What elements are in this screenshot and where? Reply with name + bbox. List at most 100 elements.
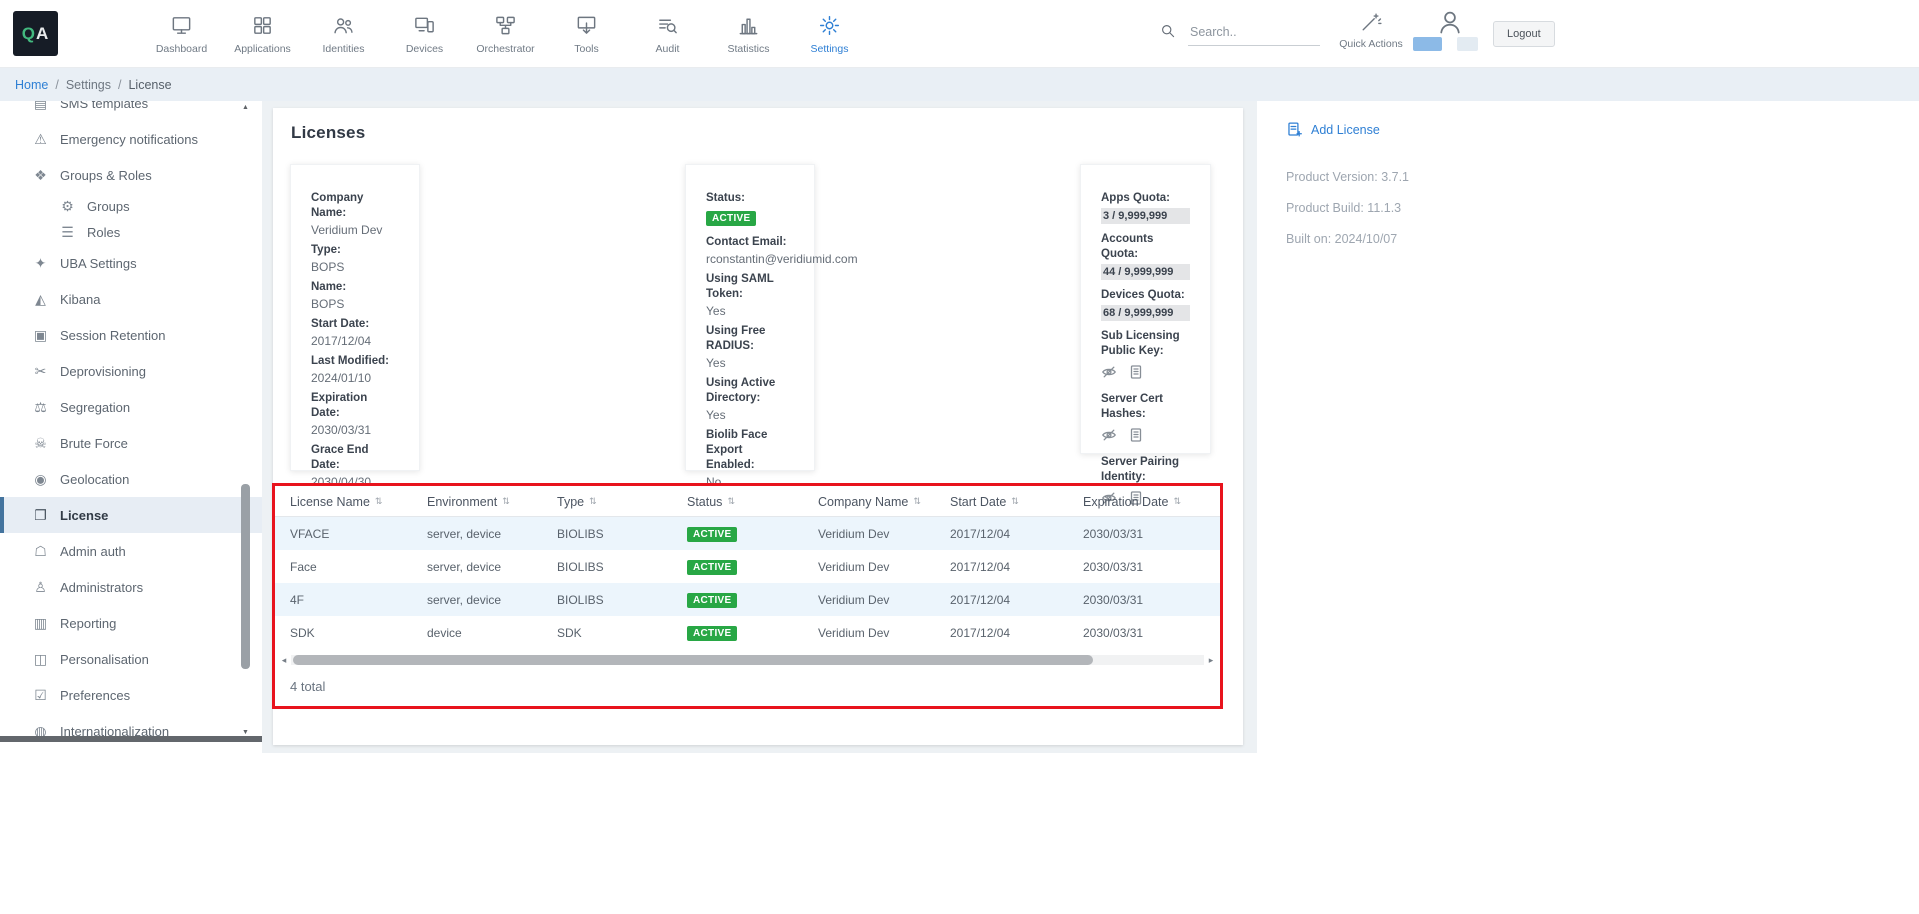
sidebar-item-roles[interactable]: ☰Roles — [0, 219, 262, 245]
add-license-button[interactable]: Add License — [1286, 121, 1380, 138]
column-header-status[interactable]: Status⇅ — [687, 495, 818, 509]
sort-icon: ⇅ — [913, 496, 921, 507]
nav-statistics[interactable]: Statistics — [708, 0, 789, 68]
eye-off-icon[interactable] — [1101, 364, 1117, 380]
devices-quota-bar: 68 / 9,999,999 — [1101, 305, 1190, 321]
sort-icon: ⇅ — [727, 496, 735, 507]
deprovisioning-icon: ✂ — [32, 363, 49, 380]
scrollbar-thumb[interactable] — [293, 655, 1093, 665]
breadcrumb-separator: / — [118, 78, 121, 92]
licenses-panel: Licenses Company Name:Veridium Dev Type:… — [273, 108, 1243, 745]
geolocation-globe-icon: ◉ — [32, 471, 49, 488]
table-row-4f[interactable]: 4F server, device BIOLIBS ACTIVE Veridiu… — [275, 583, 1220, 616]
devices-icon — [413, 14, 436, 37]
user-avatar-icon[interactable] — [1436, 8, 1464, 36]
quick-actions-button[interactable]: Quick Actions — [1336, 11, 1406, 50]
column-header-expiration-date[interactable]: Expiration Date⇅ — [1083, 495, 1202, 509]
sidebar-item-groups[interactable]: ⚙Groups — [0, 193, 262, 219]
sidebar-item-uba-settings[interactable]: ✦UBA Settings — [0, 245, 262, 281]
sidebar-item-geolocation[interactable]: ◉Geolocation — [0, 461, 262, 497]
sidebar-item-deprovisioning[interactable]: ✂Deprovisioning — [0, 353, 262, 389]
breadcrumb-home[interactable]: Home — [15, 78, 48, 92]
sidebar-vertical-scrollbar[interactable]: ▲ ▼ — [240, 104, 251, 736]
scrollbar-thumb[interactable] — [241, 484, 250, 669]
nav-dashboard[interactable]: Dashboard — [141, 0, 222, 68]
sidebar-list: ▤SMS templates ⚠Emergency notifications … — [0, 101, 262, 742]
eye-off-icon[interactable] — [1101, 427, 1117, 443]
table-header-row: License Name⇅ Environment⇅ Type⇅ Status⇅… — [275, 487, 1220, 517]
sidebar-item-groups-roles[interactable]: ❖Groups & Roles — [0, 157, 262, 193]
license-quota-card: Apps Quota:3 / 9,999,999 Accounts Quota:… — [1080, 164, 1211, 454]
sidebar-item-segregation[interactable]: ⚖Segregation — [0, 389, 262, 425]
status-badge: ACTIVE — [687, 560, 737, 575]
sidebar-item-personalisation[interactable]: ◫Personalisation — [0, 641, 262, 677]
sidebar-item-reporting[interactable]: ▥Reporting — [0, 605, 262, 641]
right-panel: Add License Product Version: 3.7.1 Produ… — [1257, 101, 1919, 914]
column-header-license-name[interactable]: License Name⇅ — [290, 495, 427, 509]
center-column: Licenses Company Name:Veridium Dev Type:… — [262, 101, 1257, 914]
content-area: ▤SMS templates ⚠Emergency notifications … — [0, 101, 1919, 914]
applications-grid-icon — [251, 14, 274, 37]
scroll-right-arrow-icon[interactable]: ▸ — [1206, 655, 1216, 666]
skull-icon: ☠ — [32, 435, 49, 452]
page-title: Licenses — [273, 108, 1243, 143]
breadcrumb-separator: / — [55, 78, 58, 92]
license-status-card: Status: ACTIVE Contact Email:rconstantin… — [685, 164, 815, 471]
nav-applications[interactable]: Applications — [222, 0, 303, 68]
sidebar-item-administrators[interactable]: ♙Administrators — [0, 569, 262, 605]
copy-icon[interactable] — [1128, 364, 1144, 380]
column-header-type[interactable]: Type⇅ — [557, 495, 687, 509]
search-input[interactable] — [1188, 22, 1320, 46]
search-icon[interactable] — [1160, 23, 1177, 40]
column-header-company-name[interactable]: Company Name⇅ — [818, 495, 950, 509]
personalisation-icon: ◫ — [32, 651, 49, 668]
column-header-start-date[interactable]: Start Date⇅ — [950, 495, 1083, 509]
sort-icon: ⇅ — [375, 496, 383, 507]
sidebar-item-sms-templates[interactable]: ▤SMS templates — [0, 101, 262, 121]
sidebar-item-session-retention[interactable]: ▣Session Retention — [0, 317, 262, 353]
sidebar-horizontal-scrollbar[interactable] — [0, 736, 262, 742]
scroll-down-arrow-icon[interactable]: ▼ — [240, 729, 251, 736]
groups-icon: ⚙ — [59, 198, 76, 215]
scroll-up-arrow-icon[interactable]: ▲ — [240, 104, 251, 111]
status-badge: ACTIVE — [687, 626, 737, 641]
nav-tools[interactable]: Tools — [546, 0, 627, 68]
preferences-icon: ☑ — [32, 687, 49, 704]
sidebar-item-emergency-notifications[interactable]: ⚠Emergency notifications — [0, 121, 262, 157]
sidebar-item-admin-auth[interactable]: ☖Admin auth — [0, 533, 262, 569]
audit-list-search-icon — [656, 14, 679, 37]
sidebar-item-license[interactable]: ❐License — [0, 497, 262, 533]
status-badge: ACTIVE — [687, 593, 737, 608]
column-header-environment[interactable]: Environment⇅ — [427, 495, 557, 509]
table-horizontal-scrollbar[interactable]: ◂ ▸ — [279, 654, 1216, 666]
identities-people-icon — [332, 14, 355, 37]
scrollbar-track[interactable] — [291, 655, 1204, 665]
nav-orchestrator[interactable]: Orchestrator — [465, 0, 546, 68]
roles-icon: ☰ — [59, 224, 76, 241]
copy-icon[interactable] — [1128, 427, 1144, 443]
session-retention-icon: ▣ — [32, 327, 49, 344]
sidebar-item-preferences[interactable]: ☑Preferences — [0, 677, 262, 713]
sidebar-viewport: ▤SMS templates ⚠Emergency notifications … — [0, 101, 262, 742]
sidebar-item-brute-force[interactable]: ☠Brute Force — [0, 425, 262, 461]
breadcrumb-settings[interactable]: Settings — [66, 78, 111, 92]
scroll-left-arrow-icon[interactable]: ◂ — [279, 655, 289, 666]
breadcrumb-current: License — [128, 78, 171, 92]
emergency-notifications-icon: ⚠ — [32, 131, 49, 148]
logout-button[interactable]: Logout — [1493, 21, 1555, 47]
table-row-sdk[interactable]: SDK device SDK ACTIVE Veridium Dev 2017/… — [275, 616, 1220, 649]
sidebar-item-kibana[interactable]: ◭Kibana — [0, 281, 262, 317]
nav-audit[interactable]: Audit — [627, 0, 708, 68]
nav-identities[interactable]: Identities — [303, 0, 384, 68]
qa-logo[interactable]: QA — [13, 11, 58, 56]
main-nav: Dashboard Applications Identities Device… — [141, 0, 870, 68]
administrators-icon: ♙ — [32, 579, 49, 596]
sms-templates-icon: ▤ — [32, 101, 49, 112]
flag-chip-left[interactable] — [1413, 37, 1442, 51]
top-navigation: QA Dashboard Applications Identities Dev… — [0, 0, 1919, 68]
table-row-vface[interactable]: VFACE server, device BIOLIBS ACTIVE Veri… — [275, 517, 1220, 550]
nav-settings[interactable]: Settings — [789, 0, 870, 68]
table-row-face[interactable]: Face server, device BIOLIBS ACTIVE Verid… — [275, 550, 1220, 583]
nav-devices[interactable]: Devices — [384, 0, 465, 68]
flag-chip-right[interactable] — [1457, 37, 1478, 51]
